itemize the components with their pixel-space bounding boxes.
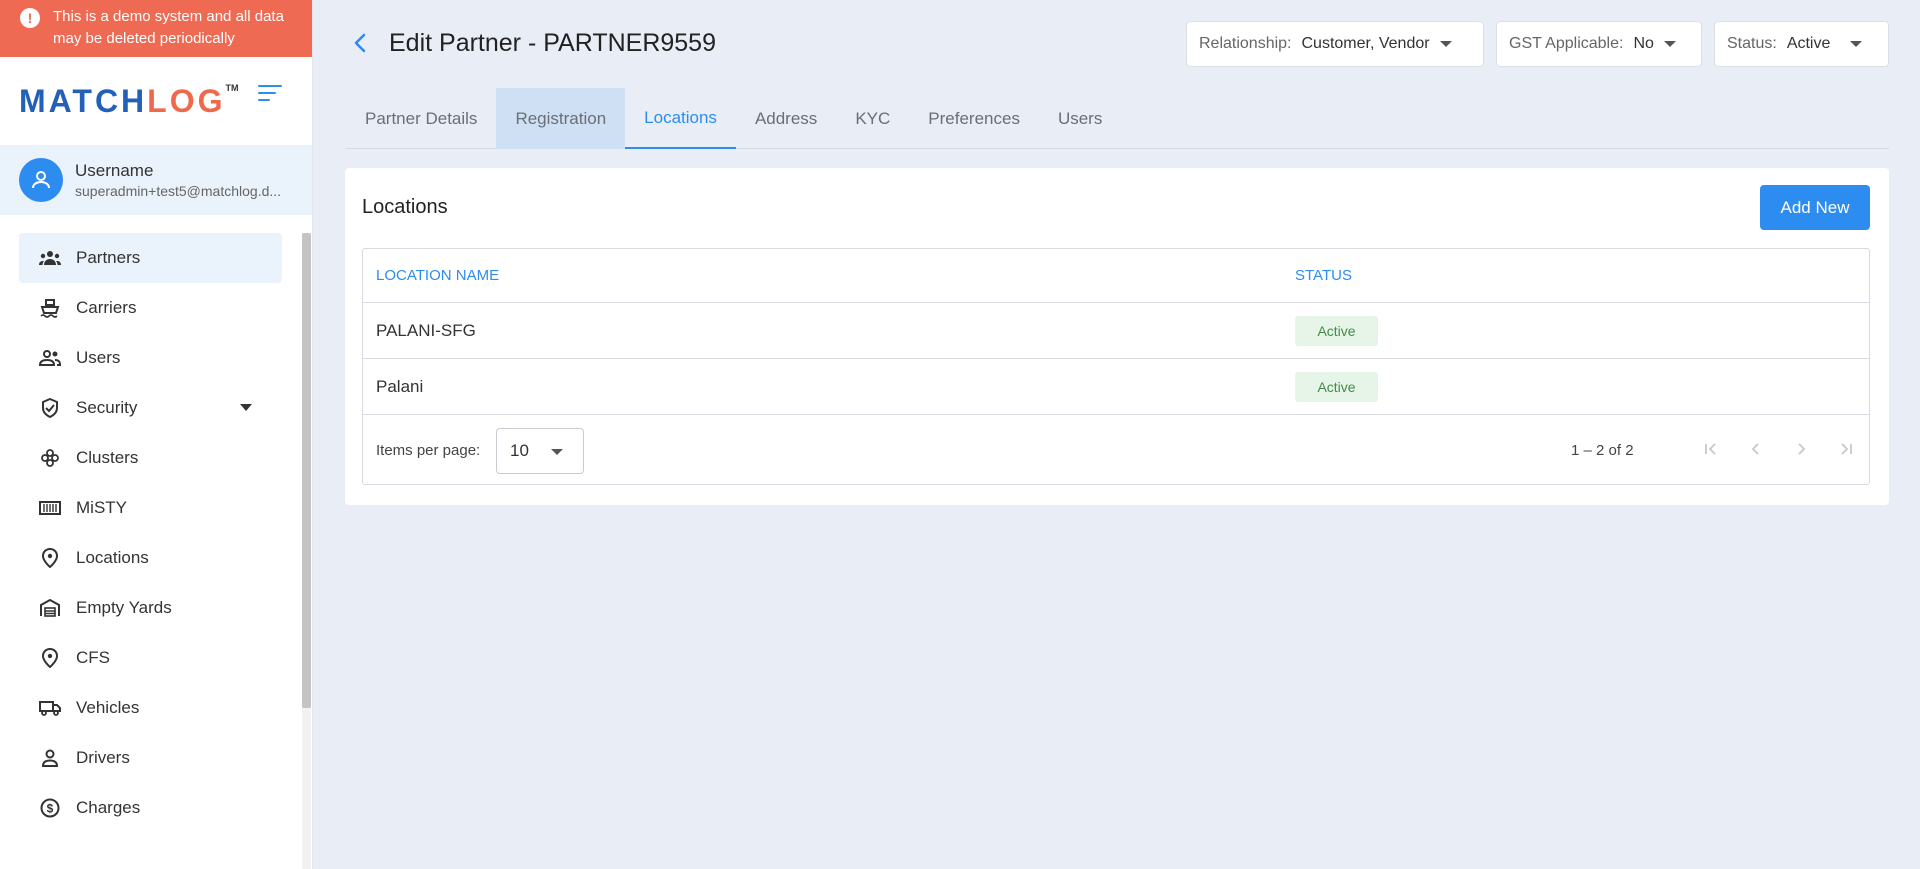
user-profile[interactable]: Username superadmin+test5@matchlog.d...: [0, 145, 312, 215]
sidebar-item-label: CFS: [76, 648, 110, 667]
location-name-cell: Palani: [376, 376, 424, 396]
tab-registration[interactable]: Registration: [496, 88, 626, 149]
sidebar-item-misty[interactable]: MiSTY: [19, 483, 282, 533]
tab-users[interactable]: Users: [1039, 88, 1121, 149]
menu-toggle-icon[interactable]: [258, 85, 282, 105]
gst-label: GST Applicable:: [1509, 35, 1624, 52]
location-name-cell: PALANI-SFG: [376, 320, 476, 340]
sidebar-item-label: MiSTY: [76, 498, 127, 517]
sidebar-item-label: Partners: [76, 248, 141, 267]
sidebar-item-charges[interactable]: $ Charges: [19, 783, 282, 833]
partners-icon: [39, 247, 61, 269]
column-header-location-name[interactable]: LOCATION NAME: [376, 267, 499, 284]
sidebar-item-users[interactable]: Users: [19, 333, 282, 383]
tab-bar: Partner Details Registration Locations A…: [346, 88, 1121, 149]
sidebar: ! This is a demo system and all data may…: [0, 0, 313, 869]
tab-address[interactable]: Address: [736, 88, 836, 149]
table-row[interactable]: Palani Active: [363, 359, 1869, 415]
dollar-icon: $: [39, 797, 61, 819]
sidebar-item-label: Charges: [76, 798, 141, 817]
ship-icon: [39, 297, 61, 319]
truck-icon: [39, 697, 61, 719]
sidebar-item-partners[interactable]: Partners: [19, 233, 282, 283]
sidebar-item-label: Clusters: [76, 448, 139, 467]
sidebar-item-clusters[interactable]: Clusters: [19, 433, 282, 483]
chevron-down-icon[interactable]: [240, 404, 252, 411]
sidebar-nav: Partners Carriers Users Security Cluster…: [19, 233, 282, 833]
dropdown-arrow-icon: [1439, 41, 1452, 47]
relationship-select[interactable]: Relationship: Customer, Vendor: [1186, 21, 1484, 67]
svg-text:$: $: [47, 802, 54, 816]
scrollbar-thumb[interactable]: [302, 233, 311, 708]
dropdown-arrow-icon: [551, 449, 563, 455]
container-icon: [39, 497, 61, 519]
tab-preferences[interactable]: Preferences: [909, 88, 1039, 149]
cluster-icon: [39, 447, 61, 469]
first-page-icon[interactable]: [1699, 437, 1723, 461]
gst-select[interactable]: GST Applicable: No: [1496, 21, 1702, 67]
status-label: Status:: [1727, 35, 1777, 52]
dropdown-arrow-icon: [1850, 41, 1863, 47]
page-size-value: 10: [510, 441, 529, 460]
relationship-label: Relationship:: [1199, 35, 1292, 52]
sidebar-item-label: Vehicles: [76, 698, 140, 717]
sidebar-item-drivers[interactable]: Drivers: [19, 733, 282, 783]
sidebar-item-security[interactable]: Security: [19, 383, 282, 433]
warehouse-icon: [39, 597, 61, 619]
demo-banner: ! This is a demo system and all data may…: [0, 0, 312, 57]
pin-icon: [39, 547, 61, 569]
user-name: Username: [75, 161, 154, 180]
dropdown-arrow-icon: [1663, 41, 1676, 47]
locations-card: Locations Add New LOCATION NAME STATUS P…: [345, 168, 1889, 505]
back-arrow-icon[interactable]: [351, 32, 371, 59]
sidebar-item-locations[interactable]: Locations: [19, 533, 282, 583]
status-badge: Active: [1295, 372, 1378, 402]
sidebar-item-label: Security: [76, 398, 138, 417]
column-header-status[interactable]: STATUS: [1295, 267, 1352, 284]
last-page-icon[interactable]: [1834, 437, 1858, 461]
pin-icon: [39, 647, 61, 669]
sidebar-item-label: Drivers: [76, 748, 130, 767]
paginator: Items per page: 10 1 – 2 of 2: [363, 415, 1869, 485]
sidebar-item-carriers[interactable]: Carriers: [19, 283, 282, 333]
status-select[interactable]: Status: Active: [1714, 21, 1889, 67]
users-icon: [39, 347, 61, 369]
person-icon: [39, 747, 61, 769]
alert-icon: !: [20, 8, 40, 28]
logo[interactable]: MATCHLOGTM: [19, 83, 238, 120]
card-title: Locations: [362, 196, 448, 218]
sidebar-item-label: Empty Yards: [76, 598, 172, 617]
sidebar-item-cfs[interactable]: CFS: [19, 633, 282, 683]
shield-icon: [39, 397, 61, 419]
sidebar-item-label: Carriers: [76, 298, 137, 317]
tab-kyc[interactable]: KYC: [836, 88, 909, 149]
previous-page-icon[interactable]: [1744, 437, 1768, 461]
gst-value: No: [1633, 35, 1654, 52]
table-header: LOCATION NAME STATUS: [363, 249, 1869, 303]
user-email: superadmin+test5@matchlog.d...: [75, 183, 282, 199]
items-per-page-label: Items per page:: [376, 442, 481, 459]
page-title: Edit Partner - PARTNER9559: [389, 29, 716, 57]
status-value: Active: [1786, 35, 1831, 52]
page-range-label: 1 – 2 of 2: [1571, 442, 1634, 459]
add-new-button[interactable]: Add New: [1760, 185, 1870, 230]
tab-locations[interactable]: Locations: [625, 88, 736, 149]
next-page-icon[interactable]: [1789, 437, 1813, 461]
avatar: [19, 158, 63, 202]
sidebar-item-label: Locations: [76, 548, 149, 567]
status-badge: Active: [1295, 316, 1378, 346]
logo-row: MATCHLOGTM: [0, 57, 312, 145]
sidebar-item-label: Users: [76, 348, 121, 367]
relationship-value: Customer, Vendor: [1301, 35, 1430, 52]
tab-partner-details[interactable]: Partner Details: [346, 88, 496, 149]
locations-table: LOCATION NAME STATUS PALANI-SFG Active P…: [362, 248, 1870, 485]
sidebar-item-empty-yards[interactable]: Empty Yards: [19, 583, 282, 633]
demo-banner-text: This is a demo system and all data may b…: [53, 8, 284, 47]
table-row[interactable]: PALANI-SFG Active: [363, 303, 1869, 359]
sidebar-item-vehicles[interactable]: Vehicles: [19, 683, 282, 733]
items-per-page-select[interactable]: 10: [496, 428, 584, 474]
